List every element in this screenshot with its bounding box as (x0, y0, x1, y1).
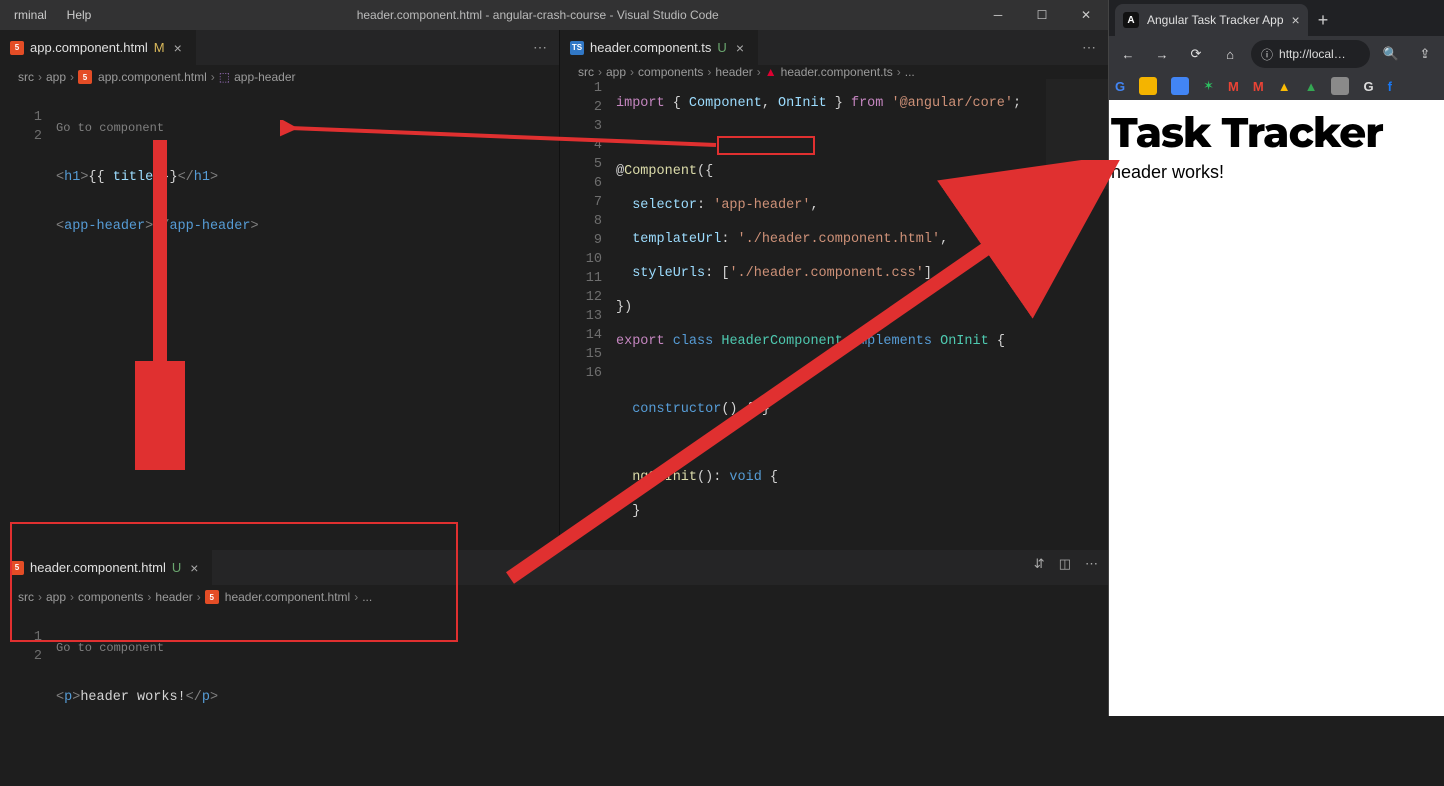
browser-tab-close[interactable]: × (1292, 12, 1300, 28)
menu-terminal[interactable]: rminal (6, 4, 55, 26)
share-icon[interactable]: ⇪ (1412, 41, 1438, 67)
left-breadcrumb[interactable]: src› app› 5 app.component.html› ⬚ app-he… (0, 65, 559, 89)
compare-changes-icon[interactable]: ⇵ (1034, 556, 1045, 572)
tab-close[interactable]: × (733, 40, 747, 56)
bc-item[interactable]: header.component.ts (781, 65, 893, 79)
bottom-editor-actions[interactable]: ⇵ ◫ ⋯ (1034, 556, 1098, 572)
bc-item[interactable]: src (578, 65, 594, 79)
home-button[interactable]: ⌂ (1217, 41, 1243, 67)
bookmark-facebook[interactable]: f (1388, 79, 1392, 94)
bookmark-gmail-2[interactable]: M (1253, 79, 1264, 94)
zoom-icon[interactable]: 🔍 (1378, 41, 1404, 67)
annotation-box-bottom-editor (10, 522, 458, 642)
tab-label: app.component.html (30, 40, 148, 55)
angular-favicon: A (1123, 12, 1139, 28)
bookmark-folder[interactable] (1331, 77, 1349, 95)
tab-modified-badge: M (154, 40, 165, 55)
bookmark-g[interactable]: G (1363, 79, 1373, 94)
browser-tab-title: Angular Task Tracker App (1147, 13, 1284, 27)
bc-item[interactable]: app (46, 70, 66, 84)
minimap[interactable] (1046, 79, 1108, 189)
bookmark-calendar[interactable] (1171, 77, 1189, 95)
bookmark-evernote[interactable]: ✶ (1203, 78, 1214, 94)
address-bar[interactable]: ⓘ http://local… (1251, 40, 1370, 68)
bc-item[interactable]: header (715, 65, 752, 79)
split-editor-icon[interactable]: ◫ (1059, 556, 1071, 572)
page-text: header works! (1111, 162, 1442, 183)
code-area[interactable]: Go to component <h1>{{ title }}</h1> <ap… (56, 89, 559, 550)
annotation-box-selector (717, 136, 815, 155)
ts-file-icon: TS (570, 41, 584, 55)
page-heading: Task Tracker (1111, 106, 1442, 158)
browser-tab[interactable]: A Angular Task Tracker App × (1115, 4, 1308, 36)
tab-app-component-html[interactable]: 5 app.component.html M × (0, 30, 196, 65)
tab-untracked-badge: U (717, 40, 726, 55)
vscode-window: rminal Help header.component.html - angu… (0, 0, 1108, 716)
back-button[interactable]: ← (1115, 41, 1141, 67)
tab-label: header.component.ts (590, 40, 711, 55)
bookmark-keep[interactable] (1139, 77, 1157, 95)
bc-item[interactable]: app (606, 65, 626, 79)
editor-actions[interactable]: ⋯ (521, 39, 559, 56)
bookmark-drive-1[interactable]: ▲ (1278, 79, 1291, 94)
gutter: 12 (0, 89, 56, 550)
tab-header-component-ts[interactable]: TS header.component.ts U × (560, 30, 758, 65)
bc-item[interactable]: app-header (234, 70, 295, 84)
browser-window: A Angular Task Tracker App × + ← → ⟳ ⌂ ⓘ… (1108, 0, 1444, 716)
angular-icon: ▲ (765, 65, 777, 79)
browser-tabstrip: A Angular Task Tracker App × + (1109, 0, 1444, 36)
address-text: http://local… (1279, 47, 1346, 61)
browser-viewport[interactable]: Task Tracker header works! (1109, 100, 1444, 716)
left-tabbar: 5 app.component.html M × ⋯ (0, 30, 559, 65)
left-editor-group: 5 app.component.html M × ⋯ src› app› 5 a… (0, 30, 560, 550)
bookmark-google[interactable]: G (1115, 79, 1125, 94)
menu-help[interactable]: Help (59, 4, 100, 26)
title-bar: rminal Help header.component.html - angu… (0, 0, 1108, 30)
bc-item[interactable]: components (638, 65, 703, 79)
window-minimize[interactable]: ─ (976, 0, 1020, 30)
tab-close[interactable]: × (171, 40, 185, 56)
reload-button[interactable]: ⟳ (1183, 41, 1209, 67)
bc-item[interactable]: app.component.html (98, 70, 207, 84)
left-editor[interactable]: 12 Go to component <h1>{{ title }}</h1> … (0, 89, 559, 550)
right-breadcrumb[interactable]: src› app› components› header› ▲ header.c… (560, 65, 1108, 79)
app-header-icon: ⬚ (219, 70, 230, 84)
forward-button[interactable]: → (1149, 41, 1175, 67)
bookmarks-bar: G ✶ M M ▲ ▲ G f (1109, 72, 1444, 100)
html-file-icon: 5 (10, 41, 24, 55)
browser-toolbar: ← → ⟳ ⌂ ⓘ http://local… 🔍 ⇪ (1109, 36, 1444, 72)
editor-actions[interactable]: ⋯ (1070, 39, 1108, 56)
bc-item[interactable]: src (18, 70, 34, 84)
right-editor-group: TS header.component.ts U × ⋯ src› app› c… (560, 30, 1108, 550)
window-close[interactable]: ✕ (1064, 0, 1108, 30)
right-tabbar: TS header.component.ts U × ⋯ (560, 30, 1108, 65)
bookmark-gmail-1[interactable]: M (1228, 79, 1239, 94)
codelens-go-to-component[interactable]: Go to component (56, 119, 559, 138)
bc-item[interactable]: ... (905, 65, 915, 79)
bookmark-drive-2[interactable]: ▲ (1305, 79, 1318, 94)
window-title: header.component.html - angular-crash-co… (99, 8, 976, 22)
more-actions-icon[interactable]: ⋯ (1085, 556, 1098, 572)
new-tab-button[interactable]: + (1308, 4, 1339, 36)
window-maximize[interactable]: ☐ (1020, 0, 1064, 30)
html-file-icon: 5 (78, 70, 92, 84)
site-info-icon[interactable]: ⓘ (1261, 46, 1273, 63)
